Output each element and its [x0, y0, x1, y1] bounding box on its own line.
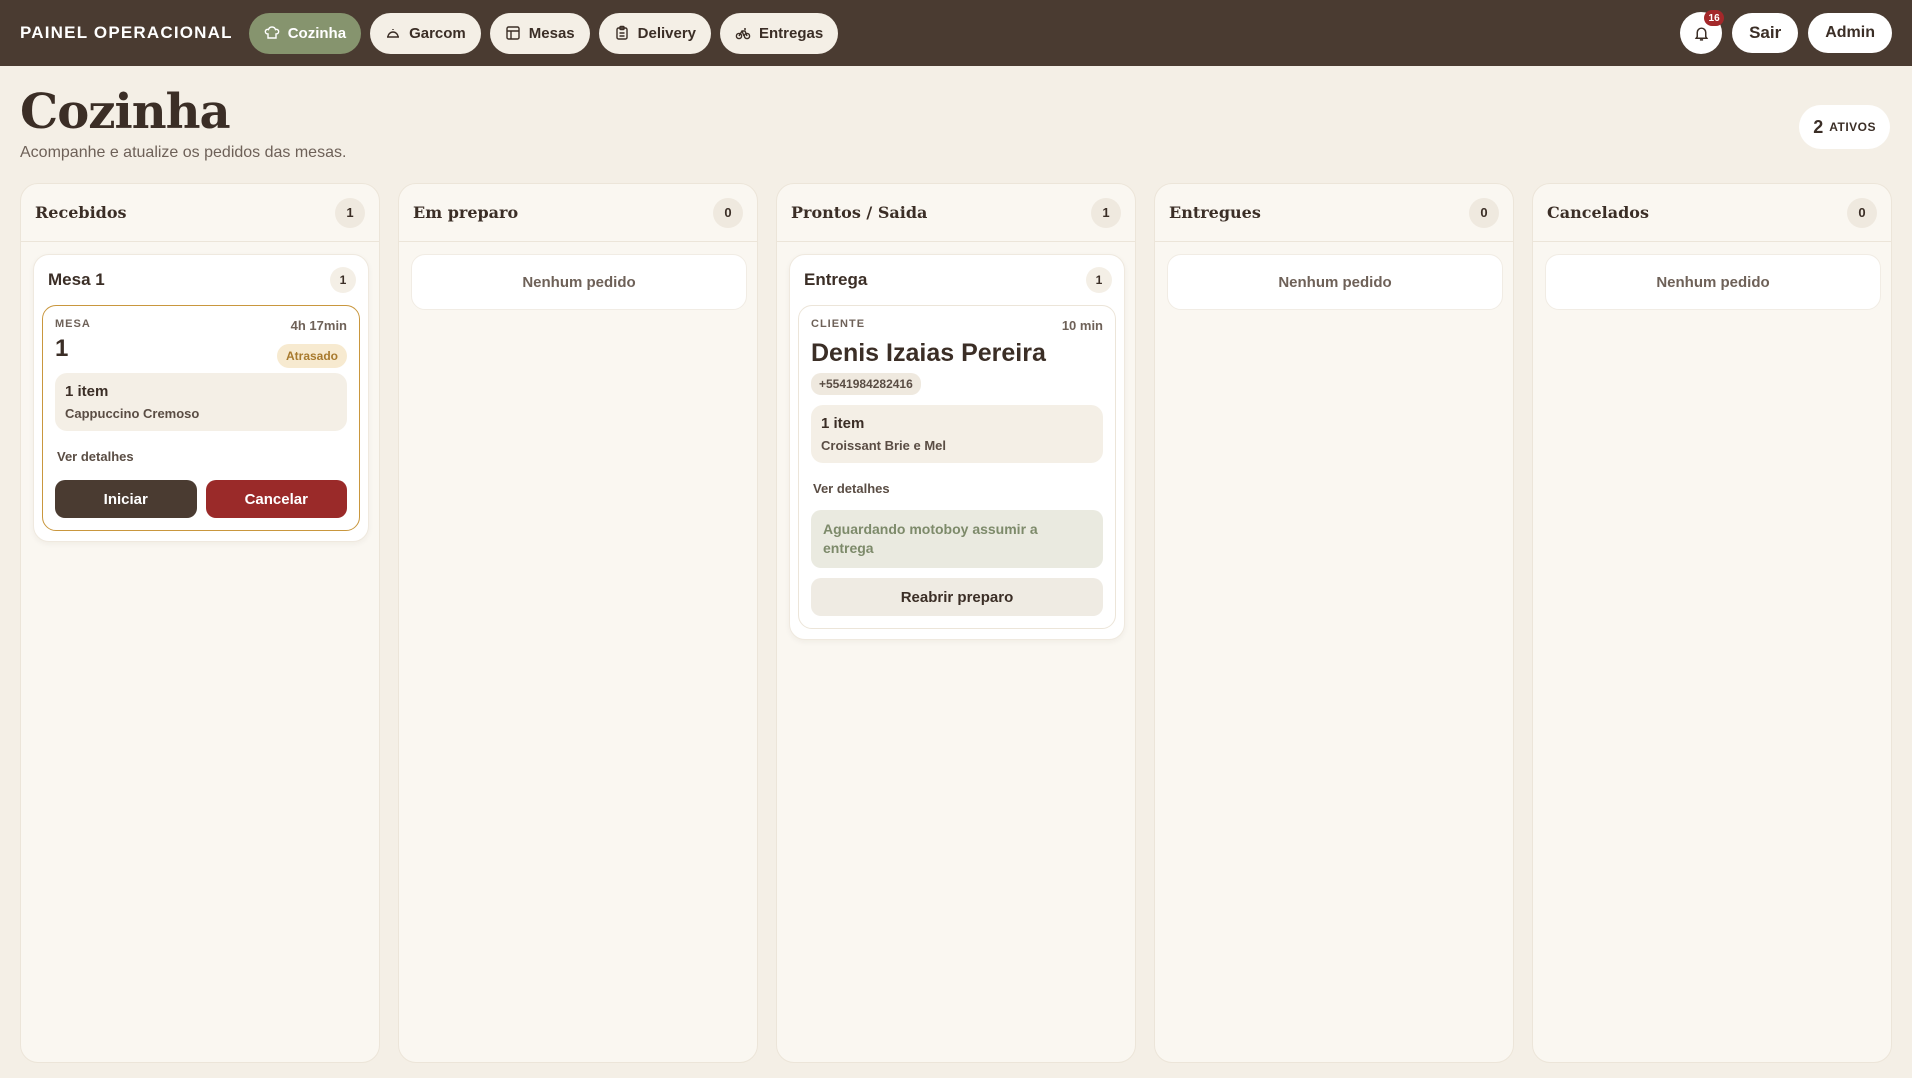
- order-type-label: MESA: [55, 318, 91, 330]
- column-title: Cancelados: [1547, 203, 1649, 222]
- group-count: 1: [330, 267, 356, 293]
- column-count: 0: [1469, 197, 1499, 228]
- items-count: 1 item: [821, 415, 865, 432]
- nav-cozinha[interactable]: Cozinha: [248, 12, 362, 54]
- client-phone: +5541984282416: [811, 373, 921, 395]
- order-type-label: CLIENTE: [811, 318, 866, 330]
- order-items-box: 1 item Cappuccino Cremoso: [55, 373, 347, 431]
- column-header: Prontos / Saida 1: [777, 184, 1135, 242]
- column-title: Em preparo: [413, 203, 519, 222]
- bell-icon: [1694, 26, 1708, 41]
- order-items-box: 1 item Croissant Brie e Mel: [811, 405, 1103, 463]
- column-entregues: Entregues 0 Nenhum pedido: [1154, 183, 1514, 1063]
- group-count: 1: [1086, 267, 1112, 293]
- order-group-mesa: Mesa 1 1 MESA 4h 17min 1 Atrasado 1 item…: [33, 254, 369, 542]
- top-bar: PAINEL OPERACIONAL Cozinha Garcom Mesas …: [0, 0, 1912, 66]
- nav-entregas[interactable]: Entregas: [720, 12, 839, 54]
- nav-delivery[interactable]: Delivery: [598, 12, 712, 54]
- group-title: Mesa 1: [48, 270, 105, 289]
- logout-button[interactable]: Sair: [1732, 13, 1799, 53]
- start-button[interactable]: Iniciar: [55, 480, 197, 518]
- notifications-button[interactable]: 16: [1680, 10, 1725, 54]
- column-recebidos: Recebidos 1 Mesa 1 1 MESA 4h 17min 1 Atr…: [20, 183, 380, 1063]
- active-orders-pill: 2 ATIVOS: [1799, 105, 1890, 149]
- column-header: Entregues 0: [1155, 184, 1513, 242]
- group-title: Entrega: [804, 270, 868, 289]
- page-title: Cozinha: [20, 84, 231, 140]
- client-name: Denis Izaias Pereira: [811, 339, 1046, 367]
- items-count: 1 item: [65, 383, 109, 400]
- column-prontos: Prontos / Saida 1 Entrega 1 CLIENTE 10 m…: [776, 183, 1136, 1063]
- group-header: Entrega 1: [790, 255, 1124, 305]
- view-details-link[interactable]: Ver detalhes: [57, 449, 345, 464]
- page-subtitle: Acompanhe e atualize os pedidos das mesa…: [20, 144, 347, 161]
- order-group-entrega: Entrega 1 CLIENTE 10 min Denis Izaias Pe…: [789, 254, 1125, 640]
- active-count: 2: [1813, 116, 1824, 137]
- empty-state: Nenhum pedido: [1545, 254, 1881, 310]
- group-header: Mesa 1 1: [34, 255, 368, 305]
- nav-garcom[interactable]: Garcom: [370, 12, 481, 54]
- cancel-button[interactable]: Cancelar: [205, 480, 347, 518]
- top-actions: 16 Sair Admin: [1680, 10, 1892, 54]
- cloche-icon: [387, 29, 400, 38]
- nav-label: Mesas: [528, 24, 575, 42]
- empty-state: Nenhum pedido: [1167, 254, 1503, 310]
- brand-title: PAINEL OPERACIONAL: [20, 23, 233, 42]
- nav-label: Cozinha: [287, 24, 347, 42]
- column-count: 0: [713, 197, 743, 228]
- column-header: Recebidos 1: [21, 184, 379, 242]
- view-details-link[interactable]: Ver detalhes: [813, 481, 1101, 496]
- column-header: Cancelados 0: [1533, 184, 1891, 242]
- reopen-prep-button[interactable]: Reabrir preparo: [811, 578, 1103, 616]
- column-count: 1: [1091, 197, 1121, 228]
- table-grid-icon: [506, 26, 520, 40]
- nav-mesas[interactable]: Mesas: [489, 12, 590, 54]
- chef-hat-icon: [264, 26, 280, 39]
- column-header: Em preparo 0: [399, 184, 757, 242]
- nav-label: Garcom: [409, 24, 466, 42]
- admin-button[interactable]: Admin: [1808, 13, 1892, 53]
- waiting-courier-notice: Aguardando motoboy assumir a entrega: [811, 510, 1103, 568]
- order-elapsed-time: 10 min: [1061, 318, 1103, 333]
- order-card[interactable]: MESA 4h 17min 1 Atrasado 1 item Cappucci…: [42, 305, 360, 531]
- column-title: Entregues: [1169, 203, 1261, 222]
- notification-count-badge: 16: [1704, 10, 1725, 26]
- late-status-badge: Atrasado: [276, 344, 347, 368]
- column-title: Recebidos: [35, 203, 127, 222]
- item-name: Croissant Brie e Mel: [821, 438, 946, 453]
- active-label: ATIVOS: [1829, 120, 1876, 134]
- nav-label: Entregas: [759, 24, 824, 42]
- column-em-preparo: Em preparo 0 Nenhum pedido: [398, 183, 758, 1063]
- kanban-board: Recebidos 1 Mesa 1 1 MESA 4h 17min 1 Atr…: [20, 183, 1892, 1063]
- order-card[interactable]: CLIENTE 10 min Denis Izaias Pereira +554…: [798, 305, 1116, 629]
- column-count: 1: [335, 197, 365, 228]
- main-nav: Cozinha Garcom Mesas Delivery Entregas: [248, 12, 839, 54]
- item-name: Cappuccino Cremoso: [65, 406, 200, 421]
- order-elapsed-time: 4h 17min: [290, 318, 347, 333]
- column-count: 0: [1847, 197, 1877, 228]
- column-title: Prontos / Saida: [791, 203, 928, 222]
- bike-icon: [735, 28, 751, 40]
- clipboard-icon: [615, 25, 628, 40]
- nav-label: Delivery: [637, 24, 697, 42]
- column-cancelados: Cancelados 0 Nenhum pedido: [1532, 183, 1892, 1063]
- empty-state: Nenhum pedido: [411, 254, 747, 310]
